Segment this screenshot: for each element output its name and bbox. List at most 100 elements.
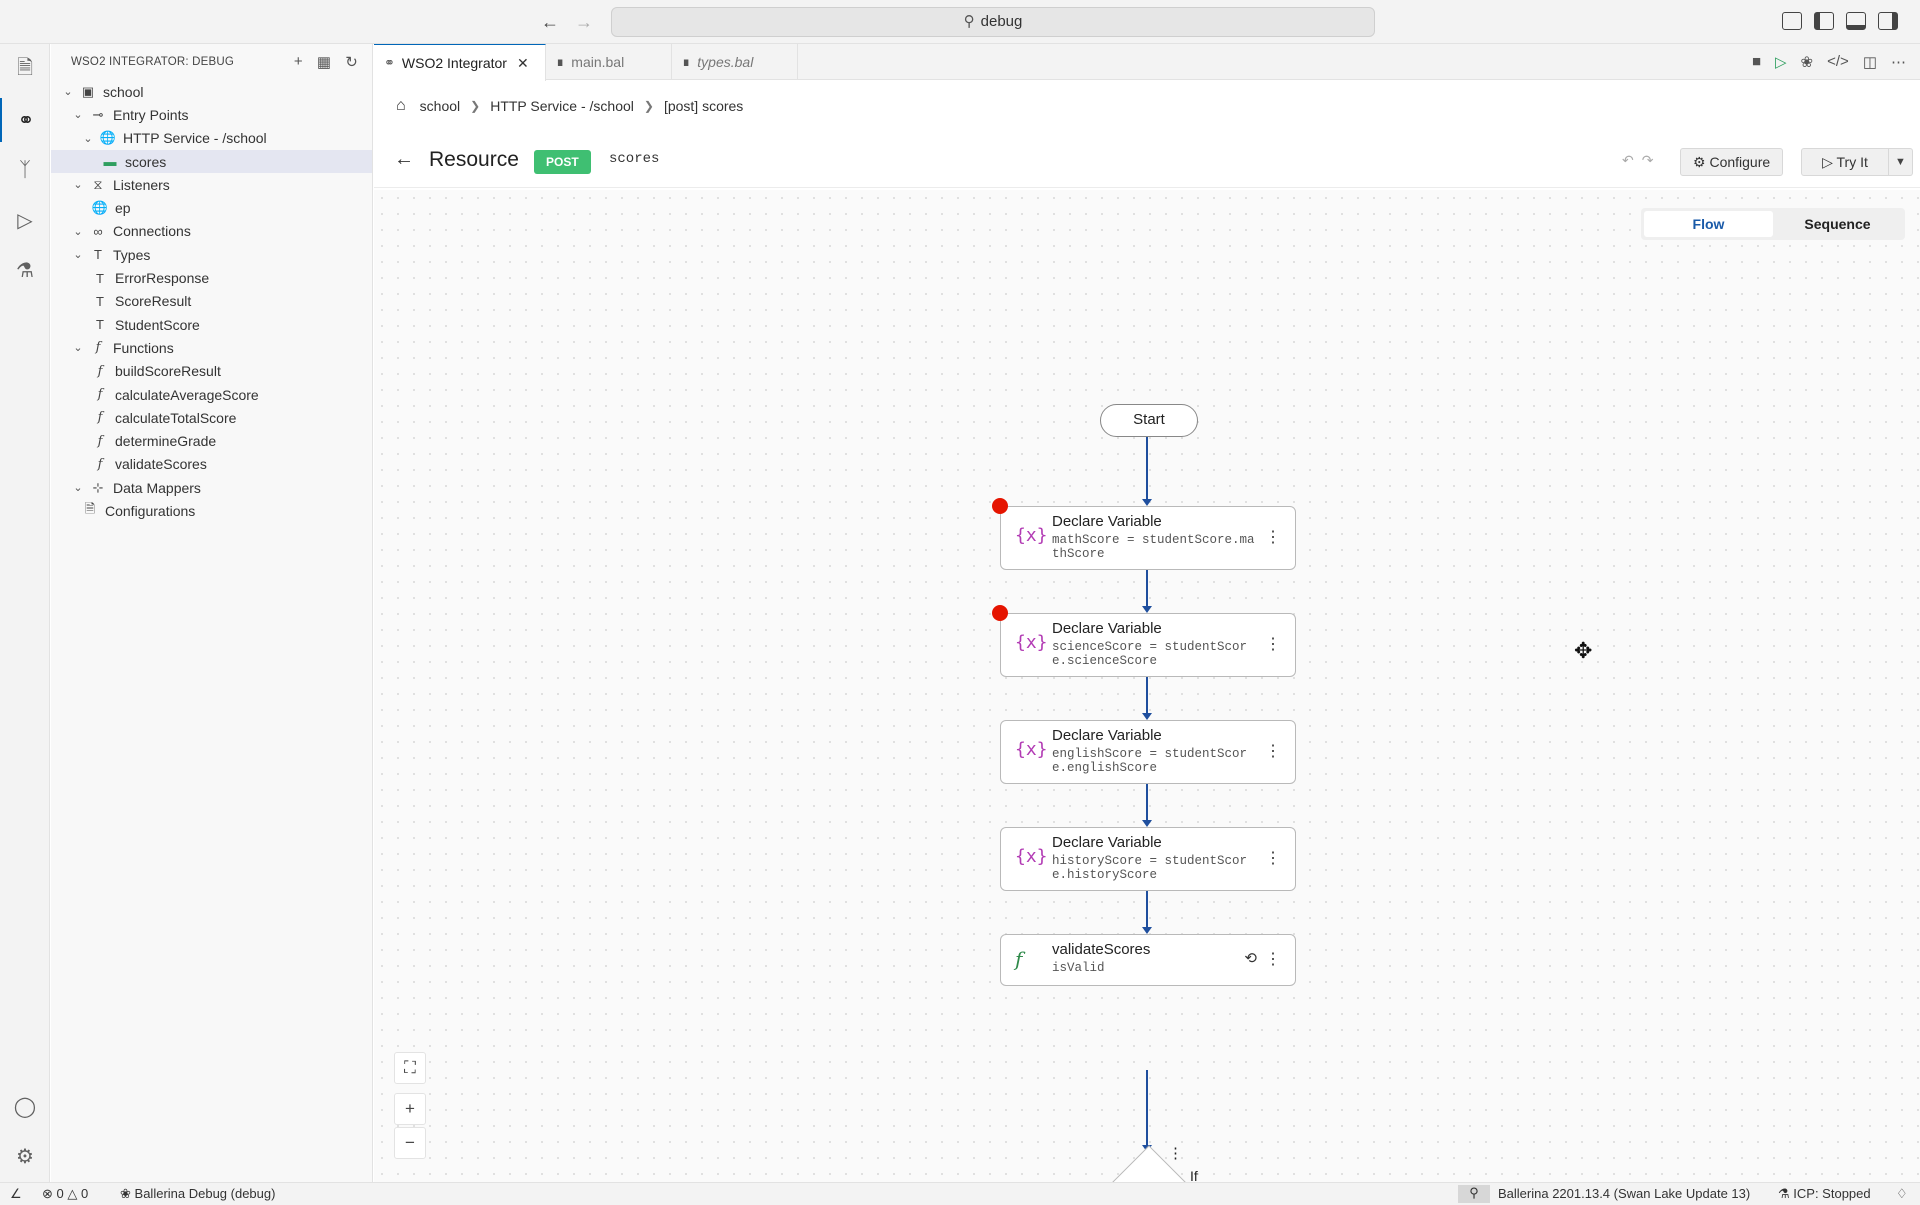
breakpoint-indicator[interactable] [992, 498, 1008, 514]
chevron-down-icon[interactable]: ⌄ [71, 178, 85, 191]
entry-icon: ⊸ [92, 106, 104, 122]
kebab-menu-icon[interactable]: ⋮ [1265, 527, 1281, 547]
chevron-down-icon[interactable]: ⌄ [61, 85, 75, 98]
split-editor-icon[interactable]: ◫ [1863, 53, 1877, 71]
arrow-right-icon[interactable]: → [572, 10, 596, 34]
tree-item-label: scores [125, 153, 167, 170]
more-actions-icon[interactable]: ⋯ [1891, 53, 1906, 71]
settings-gear-icon[interactable]: ⚙ [0, 1134, 50, 1178]
arrow-left-icon[interactable]: ← [538, 10, 562, 34]
testing-icon[interactable]: ⚗ [0, 248, 50, 292]
icp-status[interactable]: ⚗ ICP: Stopped [1778, 1186, 1871, 1202]
tree-item-label: calculateTotalScore [115, 409, 237, 426]
tree-item[interactable]: ⌄ ⧖ Listeners [51, 173, 372, 196]
show-source-icon[interactable]: </> [1827, 53, 1849, 71]
problems-status[interactable]: ⊗ 0 △ 0 [42, 1186, 88, 1202]
tab-types-bal[interactable]: ∎ types.bal [672, 44, 798, 80]
declare-variable-node[interactable]: {x} Declare Variable scienceScore = studen… [1000, 613, 1296, 677]
close-icon[interactable]: ✕ [517, 55, 529, 72]
tree-item[interactable]: ⌄ ⊹ Data Mappers [51, 476, 372, 499]
chevron-down-icon[interactable]: ⌄ [71, 481, 85, 494]
tree-item[interactable]: ⌄ 🌐 HTTP Service - /school [51, 127, 372, 150]
tree-item[interactable]: T ScoreResult [51, 290, 372, 313]
type-icon: T [96, 293, 104, 309]
chevron-down-icon[interactable]: ⌄ [71, 341, 85, 354]
run-icon[interactable]: ▷ [1775, 53, 1787, 71]
tree-item[interactable]: ⌄ ∞ Connections [51, 220, 372, 243]
back-arrow-icon[interactable]: ← [394, 148, 414, 171]
refresh-icon[interactable]: ↻ [345, 53, 358, 71]
bell-icon[interactable]: ♢ [1896, 1186, 1908, 1202]
flow-canvas[interactable]: Flow Sequence Start {x} Declare Variable m… [374, 190, 1920, 1182]
zoom-out-button[interactable]: − [394, 1127, 426, 1159]
tree-item[interactable]: f buildScoreResult [51, 360, 372, 383]
wso2-integrator-icon[interactable]: ⚭ [0, 98, 50, 142]
customize-layout-icon[interactable] [1782, 12, 1802, 30]
play-icon: ▷ [1822, 154, 1833, 170]
flow-edge [1142, 437, 1152, 506]
declare-variable-node[interactable]: {x} Declare Variable historyScore = studen… [1000, 827, 1296, 891]
tree-item[interactable]: ▬ scores [51, 149, 372, 174]
tree-item[interactable]: ⌄ f Functions [51, 336, 372, 359]
fit-screen-icon[interactable]: ⛶ [394, 1052, 426, 1084]
tab-flow[interactable]: Flow [1644, 211, 1773, 237]
toggle-secondary-sidebar-icon[interactable] [1878, 12, 1898, 30]
link-icon: ∞ [93, 223, 103, 239]
kebab-menu-icon[interactable]: ⋮ [1265, 741, 1281, 761]
copilot-icon[interactable]: ■ [1752, 53, 1761, 71]
kebab-menu-icon[interactable]: ⋮ [1265, 949, 1281, 969]
debug-icon[interactable]: ❀ [1801, 53, 1814, 71]
chevron-down-icon[interactable]: ▼ [1889, 148, 1913, 176]
go-to-function-icon[interactable]: ⟲ [1244, 949, 1257, 967]
tree-item[interactable]: ⌄ T Types [51, 243, 372, 266]
zoom-status-icon[interactable]: ⚲ [1458, 1185, 1490, 1203]
zoom-in-button[interactable]: + [394, 1093, 426, 1125]
kebab-menu-icon[interactable]: ⋮ [1265, 848, 1281, 868]
chevron-down-icon[interactable]: ⌄ [71, 225, 85, 238]
remote-icon[interactable]: ∠ [10, 1186, 22, 1202]
run-debug-icon[interactable]: ▷ [0, 198, 50, 242]
tree-item[interactable]: ⌄ ⊸ Entry Points [51, 103, 372, 126]
account-icon[interactable]: ◯ [0, 1084, 50, 1128]
declare-variable-node[interactable]: {x} Declare Variable englishScore = studen… [1000, 720, 1296, 784]
tab-wso2-integrator[interactable]: ⚭ WSO2 Integrator ✕ [374, 44, 546, 81]
tree-item[interactable]: f determineGrade [51, 429, 372, 452]
toggle-panel-icon[interactable] [1846, 12, 1866, 30]
source-control-icon[interactable]: ᛉ [0, 148, 50, 192]
chevron-down-icon[interactable]: ⌄ [71, 108, 85, 121]
tab-main-bal[interactable]: ∎ main.bal [546, 44, 672, 80]
function-call-node[interactable]: f validateScores isValid ⟲ ⋮ [1000, 934, 1296, 986]
home-icon[interactable]: ⌂ [396, 97, 406, 115]
breadcrumb-item[interactable]: school [420, 98, 460, 114]
tree-item[interactable]: T ErrorResponse [51, 266, 372, 289]
breadcrumb-item[interactable]: [post] scores [664, 98, 743, 114]
ballerina-version[interactable]: Ballerina 2201.13.4 (Swan Lake Update 13… [1498, 1186, 1750, 1201]
chevron-down-icon[interactable]: ⌄ [81, 132, 95, 145]
chevron-down-icon[interactable]: ⌄ [71, 248, 85, 261]
explorer-sidebar: WSO2 INTEGRATOR: DEBUG + ▦ ↻ ⌄ ▣ school ⌄ ⊸ E… [51, 44, 373, 1182]
debug-status[interactable]: ❀ Ballerina Debug (debug) [120, 1186, 275, 1202]
explorer-icon[interactable]: 🗎 [0, 48, 50, 92]
tree-item[interactable]: ⌄ ▣ school [51, 80, 372, 103]
calendar-icon[interactable]: ▦ [317, 53, 331, 71]
kebab-menu-icon[interactable]: ⋮ [1168, 1144, 1183, 1162]
tree-item[interactable]: f validateScores [51, 453, 372, 476]
breakpoint-indicator[interactable] [992, 605, 1008, 621]
kebab-menu-icon[interactable]: ⋮ [1265, 634, 1281, 654]
add-icon[interactable]: + [294, 53, 303, 71]
start-node[interactable]: Start [1100, 404, 1198, 437]
tree-item[interactable]: T StudentScore [51, 313, 372, 336]
function-icon: f [1015, 947, 1023, 971]
command-center-search[interactable]: ⚲ debug [611, 7, 1375, 37]
try-it-button[interactable]: ▷ Try It [1801, 148, 1889, 176]
tree-item[interactable]: 🌐 ep [51, 196, 372, 219]
tree-item[interactable]: f calculateTotalScore [51, 406, 372, 429]
undo-redo-icons[interactable]: ↶↷ [1622, 152, 1661, 169]
tab-sequence[interactable]: Sequence [1773, 211, 1902, 237]
tree-item[interactable]: 🗎 Configurations [51, 499, 372, 522]
configure-button[interactable]: ⚙ Configure [1680, 148, 1784, 176]
toggle-primary-sidebar-icon[interactable] [1814, 12, 1834, 30]
declare-variable-node[interactable]: {x} Declare Variable mathScore = studentSc… [1000, 506, 1296, 570]
breadcrumb-item[interactable]: HTTP Service - /school [490, 98, 634, 114]
tree-item[interactable]: f calculateAverageScore [51, 383, 372, 406]
